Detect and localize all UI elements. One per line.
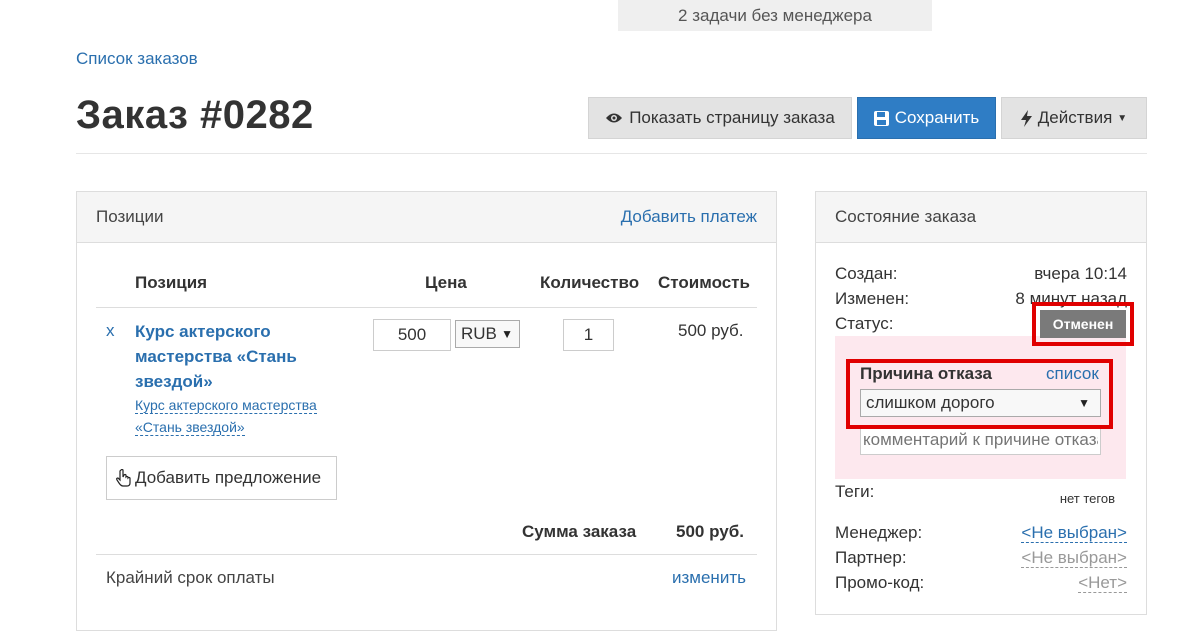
promo-code-link[interactable]: <Нет>	[1078, 573, 1127, 593]
quantity-input-value: 1	[583, 325, 594, 344]
banner-text: 2 задачи без менеджера	[678, 5, 872, 25]
show-order-page-label: Показать страницу заказа	[629, 108, 835, 127]
payment-deadline-label: Крайний срок оплаты	[106, 568, 275, 587]
tags-label: Теги:	[835, 482, 875, 501]
price-input-value: 500	[397, 325, 427, 344]
add-offer-label: Добавить предложение	[135, 468, 322, 487]
items-panel-header: Позиции Добавить платеж	[77, 192, 776, 243]
column-header-cost: Стоимость	[658, 273, 750, 292]
column-header-price: Цена	[425, 273, 467, 292]
caret-down-icon: ▼	[501, 327, 513, 341]
actions-label: Действия	[1037, 108, 1113, 127]
add-payment-link[interactable]: Добавить платеж	[621, 207, 757, 227]
status-highlight-frame	[1032, 302, 1134, 346]
hand-pointer-icon	[116, 469, 132, 487]
eye-icon	[605, 112, 623, 124]
promo-code-label: Промо-код:	[835, 573, 925, 592]
price-input[interactable]: 500	[373, 319, 451, 351]
lightning-icon	[1020, 109, 1032, 127]
item-offer-link[interactable]: Курс актерского мастерства «Стань звездо…	[135, 394, 317, 438]
item-name-line: мастерства «Стань	[135, 347, 297, 366]
partner-select-link[interactable]: <Не выбран>	[1021, 548, 1127, 568]
total-divider	[96, 554, 757, 555]
manager-value: <Не выбран>	[1021, 523, 1127, 543]
order-total-label: Сумма заказа	[522, 522, 637, 541]
save-label: Сохранить	[894, 108, 980, 127]
floppy-disk-icon	[873, 110, 889, 126]
item-name-line: звездой»	[135, 372, 213, 391]
page-title: Заказ #0282	[76, 93, 314, 137]
tags-value[interactable]: нет тегов	[1060, 491, 1115, 506]
show-order-page-button[interactable]: Показать страницу заказа	[588, 97, 852, 139]
remove-item-button[interactable]: x	[106, 321, 115, 341]
title-divider	[76, 153, 1147, 154]
created-label: Создан:	[835, 264, 898, 283]
promo-code-value: <Нет>	[1078, 573, 1127, 593]
refusal-reason-comment-input[interactable]	[860, 425, 1101, 455]
item-offer-line: «Стань звездой»	[135, 419, 245, 436]
payment-deadline-change-link[interactable]: изменить	[672, 568, 746, 588]
breadcrumb-orders-list[interactable]: Список заказов	[76, 49, 198, 69]
item-cost: 500 руб.	[678, 321, 744, 340]
currency-select-value: RUB	[461, 324, 497, 343]
status-label: Статус:	[835, 314, 894, 333]
partner-label: Партнер:	[835, 548, 907, 567]
item-name-line: Курс актерского	[135, 322, 271, 341]
save-button[interactable]: Сохранить	[857, 97, 996, 139]
order-status-panel-header: Состояние заказа	[816, 192, 1146, 243]
reason-highlight-frame	[846, 359, 1113, 429]
item-offer-line: Курс актерского мастерства	[135, 397, 317, 414]
partner-value: <Не выбран>	[1021, 548, 1127, 568]
add-offer-button[interactable]: Добавить предложение	[106, 456, 337, 500]
created-value: вчера 10:14	[1034, 264, 1127, 283]
order-status-panel-title: Состояние заказа	[835, 207, 977, 226]
manager-label: Менеджер:	[835, 523, 923, 542]
tasks-without-manager-banner[interactable]: 2 задачи без менеджера	[618, 0, 932, 31]
column-header-quantity: Количество	[540, 273, 640, 292]
column-header-position: Позиция	[135, 273, 208, 292]
item-name-link[interactable]: Курс актерского мастерства «Стань звездо…	[135, 319, 365, 394]
items-panel-title: Позиции	[96, 207, 164, 226]
quantity-input[interactable]: 1	[563, 319, 614, 351]
modified-label: Изменен:	[835, 289, 910, 308]
actions-dropdown-button[interactable]: Действия ▼	[1001, 97, 1147, 139]
order-total-value: 500 руб.	[676, 522, 744, 541]
currency-select[interactable]: RUB ▼	[455, 320, 520, 348]
caret-down-icon: ▼	[1117, 112, 1128, 124]
table-header-divider	[96, 307, 757, 308]
manager-select-link[interactable]: <Не выбран>	[1021, 523, 1127, 543]
